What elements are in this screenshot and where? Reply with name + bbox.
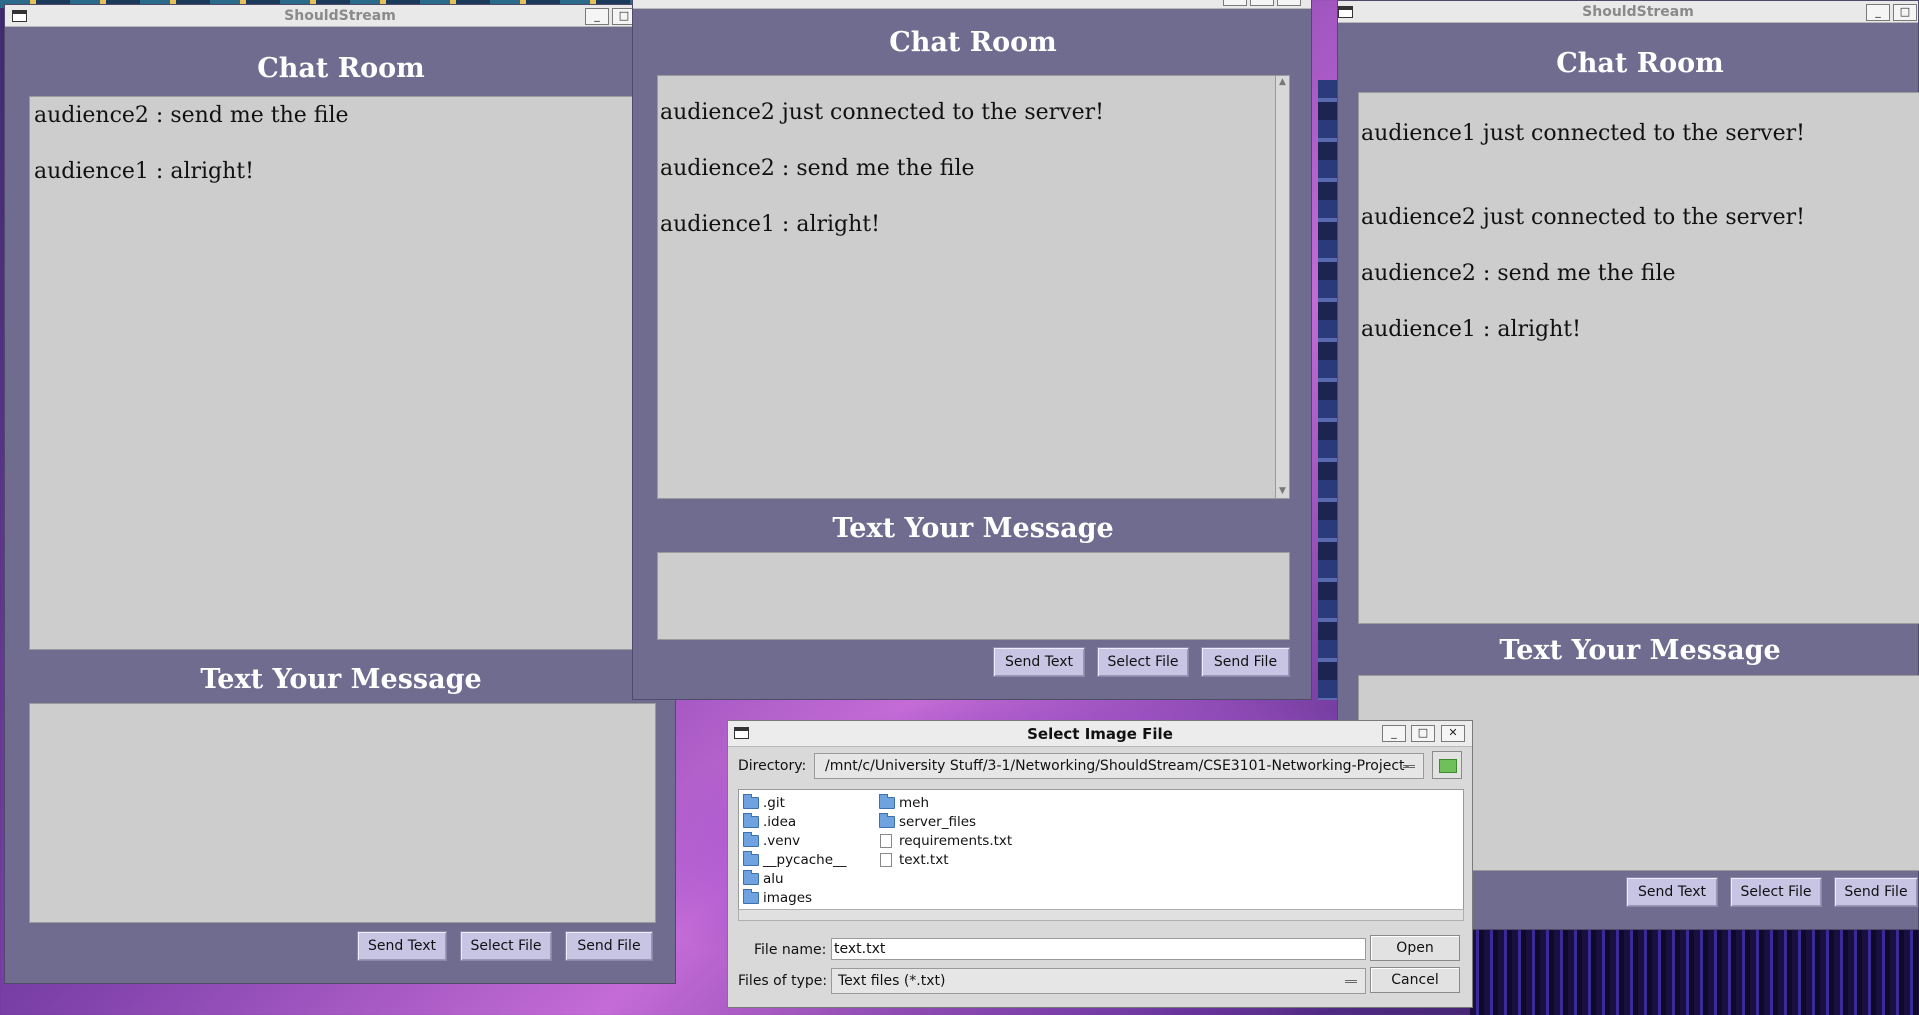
- chat-window-left: ShouldStream _ □ Chat Room audience2 : s…: [4, 4, 676, 984]
- folder-item[interactable]: meh: [877, 794, 929, 812]
- message-heading: Text Your Message: [200, 664, 482, 695]
- file-item[interactable]: requirements.txt: [877, 832, 1012, 850]
- message-input[interactable]: [657, 552, 1290, 640]
- folder-item[interactable]: alu: [741, 870, 784, 888]
- chat-history-panel[interactable]: audience2 just connected to the server! …: [657, 75, 1290, 499]
- file-list-scrollbar[interactable]: [738, 909, 1464, 921]
- chat-room-heading: Chat Room: [1556, 48, 1724, 79]
- folder-item[interactable]: __pycache__: [741, 851, 847, 869]
- chat-room-heading: Chat Room: [257, 53, 425, 84]
- chat-history-panel[interactable]: audience2 : send me the file audience1 :…: [29, 96, 656, 650]
- folder-icon: [743, 889, 759, 904]
- chat-message: audience1 : alright!: [1361, 317, 1581, 342]
- folder-icon: [879, 794, 895, 809]
- folder-icon: [879, 813, 895, 828]
- window-title: ShouldStream: [1582, 4, 1694, 20]
- maximize-button[interactable]: [1250, 0, 1274, 6]
- chat-message: audience1 just connected to the server!: [1361, 121, 1805, 146]
- chat-message: audience2 : send me the file: [1361, 261, 1676, 286]
- chat-message: audience1 : alright!: [34, 159, 254, 184]
- send-file-button[interactable]: Send File: [1201, 647, 1290, 677]
- dropdown-icon: [1403, 765, 1415, 768]
- filetype-dropdown[interactable]: Text files (*.txt): [831, 968, 1366, 994]
- dialog-title: Select Image File: [1027, 725, 1173, 743]
- select-file-button[interactable]: Select File: [460, 931, 552, 961]
- file-icon: [880, 853, 892, 867]
- send-text-button[interactable]: Send Text: [993, 647, 1085, 677]
- chat-message: audience1 : alright!: [660, 212, 880, 237]
- folder-item[interactable]: server_files: [877, 813, 976, 831]
- window-title: ShouldStream: [284, 8, 396, 24]
- folder-icon: [743, 813, 759, 828]
- minimize-button[interactable]: _: [585, 8, 609, 25]
- folder-item[interactable]: .git: [741, 794, 785, 812]
- chat-message: audience2 just connected to the server!: [660, 100, 1104, 125]
- send-text-button[interactable]: Send Text: [357, 931, 447, 961]
- select-file-button[interactable]: Select File: [1730, 877, 1822, 907]
- chat-scrollbar[interactable]: ▲ ▼: [1275, 76, 1289, 498]
- send-file-button[interactable]: Send File: [1834, 877, 1918, 907]
- close-button[interactable]: ✕: [1441, 725, 1465, 742]
- filename-input[interactable]: text.txt: [831, 938, 1366, 960]
- chat-history-panel[interactable]: audience1 just connected to the server! …: [1358, 92, 1919, 624]
- directory-label: Directory:: [738, 758, 807, 774]
- message-heading: Text Your Message: [832, 513, 1114, 544]
- chat-message: audience2 just connected to the server!: [1361, 205, 1805, 230]
- window-titlebar[interactable]: ShouldStream _ □: [5, 5, 675, 27]
- filename-label: File name:: [754, 942, 827, 958]
- cancel-button[interactable]: Cancel: [1370, 967, 1460, 993]
- minimize-button[interactable]: _: [1382, 725, 1406, 742]
- window-titlebar[interactable]: ShouldStream _ □: [1338, 1, 1918, 23]
- message-input[interactable]: [29, 703, 656, 923]
- scroll-down-arrow-icon[interactable]: ▼: [1277, 486, 1288, 497]
- file-list[interactable]: .git .idea .venv __pycache__ alu images …: [738, 789, 1464, 915]
- close-button[interactable]: [1277, 0, 1301, 6]
- chat-message: audience2 : send me the file: [34, 103, 349, 128]
- select-file-button[interactable]: Select File: [1097, 647, 1189, 677]
- folder-icon: [743, 832, 759, 847]
- file-icon: [880, 834, 892, 848]
- folder-icon: [743, 870, 759, 885]
- select-file-dialog: Select Image File _ □ ✕ Directory: /mnt/…: [727, 720, 1473, 1008]
- chat-window-middle: Chat Room audience2 just connected to th…: [632, 0, 1312, 700]
- folder-icon: [743, 794, 759, 809]
- dropdown-icon: [1345, 980, 1357, 983]
- folder-item[interactable]: images: [741, 889, 812, 907]
- file-item[interactable]: text.txt: [877, 851, 949, 869]
- message-heading: Text Your Message: [1499, 635, 1781, 666]
- desktop-wallpaper-waterfall: [1470, 930, 1919, 1015]
- dialog-titlebar[interactable]: Select Image File _ □ ✕: [728, 721, 1472, 747]
- folder-icon: [743, 851, 759, 866]
- folder-item[interactable]: .idea: [741, 813, 796, 831]
- minimize-button[interactable]: [1223, 0, 1247, 6]
- open-button[interactable]: Open: [1370, 935, 1460, 961]
- filetype-label: Files of type:: [738, 973, 828, 989]
- window-titlebar[interactable]: [633, 0, 1311, 9]
- maximize-button[interactable]: □: [1411, 725, 1435, 742]
- chat-message: audience2 : send me the file: [660, 156, 975, 181]
- send-text-button[interactable]: Send Text: [1626, 877, 1718, 907]
- send-file-button[interactable]: Send File: [565, 931, 653, 961]
- up-folder-icon[interactable]: [1432, 751, 1462, 779]
- maximize-button[interactable]: □: [1893, 4, 1917, 21]
- folder-item[interactable]: .venv: [741, 832, 800, 850]
- minimize-button[interactable]: _: [1866, 4, 1890, 21]
- directory-dropdown[interactable]: /mnt/c/University Stuff/3-1/Networking/S…: [814, 753, 1424, 779]
- scroll-up-arrow-icon[interactable]: ▲: [1277, 77, 1288, 88]
- chat-room-heading: Chat Room: [889, 27, 1057, 58]
- directory-value: /mnt/c/University Stuff/3-1/Networking/S…: [825, 758, 1410, 774]
